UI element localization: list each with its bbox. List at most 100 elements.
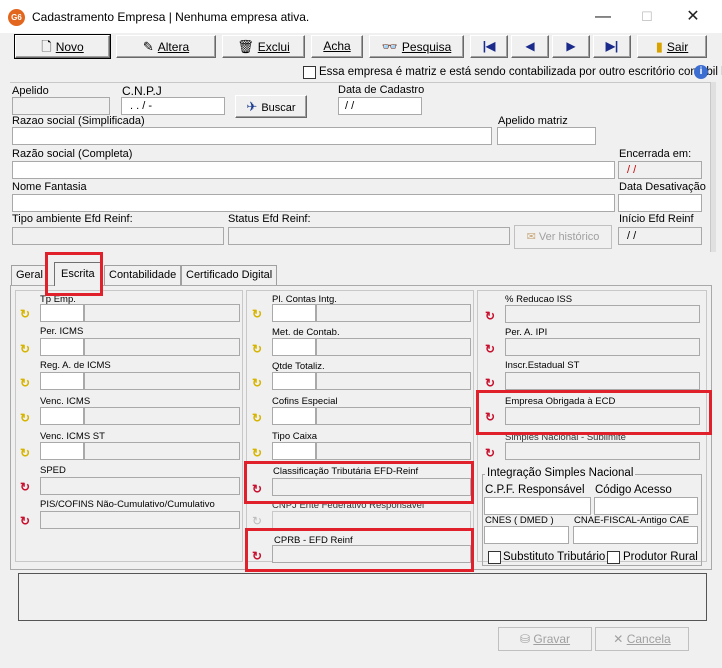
tp-emp-desc [84,304,240,322]
lookup-icon[interactable]: ↻ [20,342,30,356]
tp-emp-code[interactable] [40,304,84,322]
nome-fantasia-field[interactable] [12,194,615,212]
close-button[interactable]: ✕ [670,4,716,30]
lookup-icon[interactable]: ↻ [252,411,262,425]
matriz-checkbox[interactable] [303,66,316,79]
prev-record-button[interactable]: ◀ [511,35,549,58]
lookup-icon[interactable]: ↻ [20,446,30,460]
lookup-icon[interactable]: ↻ [20,514,30,528]
cnes-field[interactable] [484,526,569,544]
cnae-field[interactable] [573,526,698,544]
lookup-icon[interactable]: ↻ [252,342,262,356]
razao-simplificada-field[interactable] [12,127,492,145]
inscr-estadual-st-field[interactable] [505,372,700,390]
produtor-checkbox[interactable] [607,551,620,564]
per-icms-code[interactable] [40,338,84,356]
inscr-estadual-st-label: Inscr.Estadual ST [505,360,580,371]
pis-cofins-label: PIS/COFINS Não-Cumulativo/Cumulativo [40,499,215,510]
cnpj-field[interactable]: . . / - [121,97,225,115]
codigo-acesso-field[interactable] [594,497,698,515]
scrollbar[interactable] [710,82,716,252]
tipo-caixa-code[interactable] [272,442,316,460]
cpf-responsavel-field[interactable] [484,497,591,515]
message-area [18,573,707,621]
sped-field[interactable] [40,477,240,495]
cofins-especial-code[interactable] [272,407,316,425]
lookup-icon[interactable]: ↻ [485,342,495,356]
qtde-totaliz-code[interactable] [272,372,316,390]
tipo-caixa-desc [316,442,471,460]
tipo-ambiente-field[interactable] [12,227,224,245]
reg-icms-label: Reg. A. de ICMS [40,360,111,371]
maximize-button[interactable]: ☐ [624,4,670,30]
inicio-efd-field[interactable]: / / [618,227,702,245]
pl-contas-code[interactable] [272,304,316,322]
encerrada-label: Encerrada em: [619,148,692,160]
venc-icms-st-code[interactable] [40,442,84,460]
met-contab-code[interactable] [272,338,316,356]
lookup-icon[interactable]: ↻ [252,514,262,528]
separator [10,82,712,83]
highlight-escrita-tab [45,252,103,296]
per-ipi-field[interactable] [505,338,700,356]
pis-cofins-field[interactable] [40,511,240,529]
produtor-label: Produtor Rural [623,551,698,563]
ver-historico-button[interactable]: ✉ Ver histórico [514,225,612,249]
codigo-acesso-label: Código Acesso [595,484,672,496]
lookup-icon[interactable]: ↻ [20,411,30,425]
tipo-ambiente-label: Tipo ambiente Efd Reinf: [12,213,133,225]
tab-contabilidade[interactable]: Contabilidade [104,265,182,285]
lookup-icon[interactable]: ↻ [485,446,495,460]
data-cadastro-field[interactable]: / / [338,97,422,115]
apelido-field[interactable] [12,97,110,115]
tab-certificado-digital[interactable]: Certificado Digital [181,265,278,285]
data-desativacao-label: Data Desativação [619,181,706,193]
save-icon: ⛁ [519,632,531,646]
reg-icms-code[interactable] [40,372,84,390]
lookup-icon[interactable]: ↻ [252,446,262,460]
pesquisa-button[interactable]: 👓 Pesquisa [369,35,464,58]
new-document-icon: 🗋 [41,39,52,54]
lookup-icon[interactable]: ↻ [252,307,262,321]
next-record-button[interactable]: ▶ [552,35,590,58]
apelido-label: Apelido [12,85,49,97]
lookup-icon[interactable]: ↻ [485,376,495,390]
lookup-icon[interactable]: ↻ [20,376,30,390]
lookup-icon[interactable]: ↻ [252,376,262,390]
encerrada-field[interactable]: / / [618,161,702,179]
exclui-button[interactable]: 🗑 Exclui [222,35,305,58]
tab-geral[interactable]: Geral [11,265,48,285]
simples-sublimite-field[interactable] [505,442,700,460]
status-efd-label: Status Efd Reinf: [228,213,311,225]
altera-button[interactable]: ✎ Altera [116,35,216,58]
info-icon[interactable]: i [694,65,708,79]
cnpj-ente-field[interactable] [272,511,471,529]
venc-icms-st-desc [84,442,240,460]
window-title: Cadastramento Empresa | Nenhuma empresa … [32,10,310,24]
minimize-button[interactable]: — [580,4,626,30]
status-efd-field[interactable] [228,227,510,245]
inicio-efd-label: Início Efd Reinf [619,213,694,225]
cancela-button[interactable]: ✕ Cancela [595,627,689,651]
cnpj-label: C.N.P.J [122,84,162,98]
venc-icms-label: Venc. ICMS [40,396,91,407]
data-desativacao-field[interactable] [618,194,702,212]
gravar-button[interactable]: ⛁ Gravar [498,627,592,651]
novo-button[interactable]: 🗋 Novo [14,34,111,59]
razao-completa-field[interactable] [12,161,615,179]
lookup-icon[interactable]: ↻ [20,307,30,321]
buscar-button[interactable]: ✈ Buscar [235,95,307,118]
venc-icms-code[interactable] [40,407,84,425]
reducao-iss-field[interactable] [505,305,700,323]
cofins-especial-desc [316,407,471,425]
acha-button[interactable]: Acha [311,35,363,58]
nome-fantasia-label: Nome Fantasia [12,181,87,193]
substituto-checkbox[interactable] [488,551,501,564]
last-record-button[interactable]: ▶| [593,35,631,58]
simples-group-title: Integração Simples Nacional [485,467,636,479]
sair-button[interactable]: ▮ Sair [637,35,707,58]
lookup-icon[interactable]: ↻ [485,309,495,323]
first-record-button[interactable]: |◀ [470,35,508,58]
lookup-icon[interactable]: ↻ [20,480,30,494]
apelido-matriz-field[interactable] [497,127,596,145]
